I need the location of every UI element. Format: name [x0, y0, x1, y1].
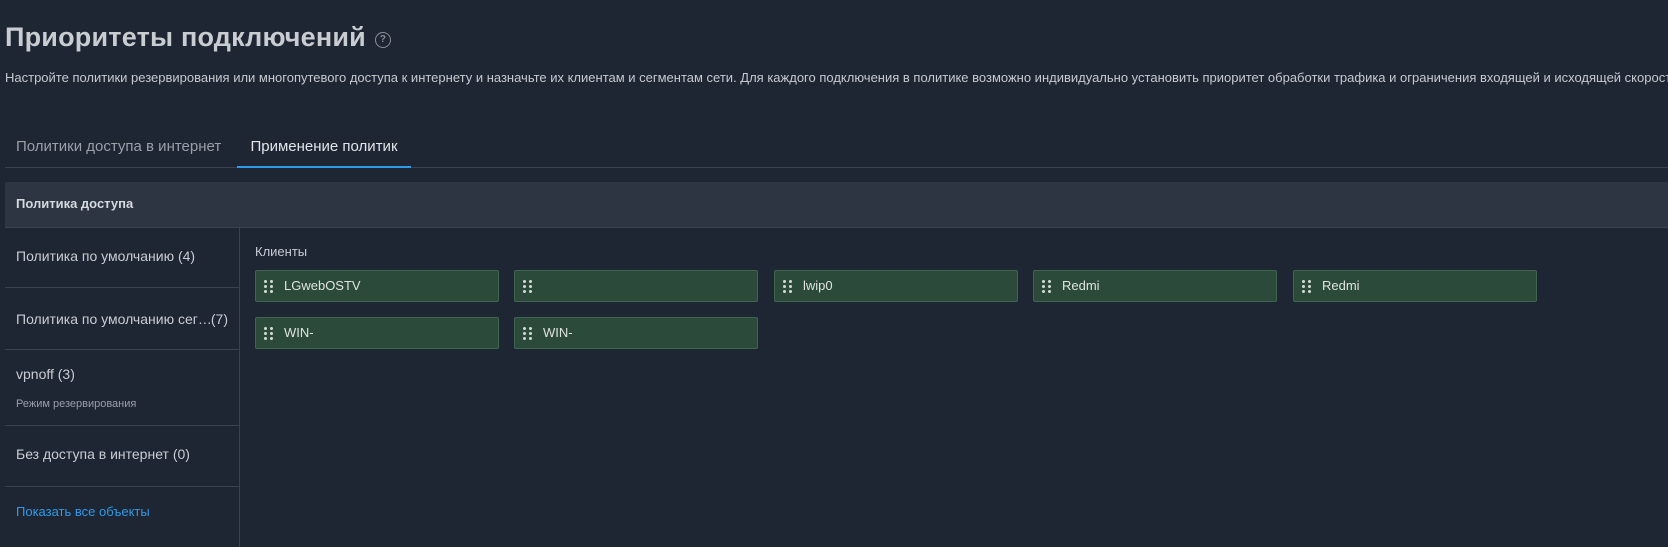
client-name: Redmi [1062, 278, 1100, 293]
sidebar-item-count: (7) [210, 311, 228, 327]
client-name: lwip0 [803, 278, 833, 293]
client-chip[interactable]: Redmi [1033, 270, 1277, 302]
page-title: Приоритеты подключений [5, 22, 366, 52]
client-chip[interactable]: WIN- [514, 317, 758, 349]
client-chip[interactable]: Redmi [1293, 270, 1537, 302]
client-chip[interactable]: WIN- [255, 317, 499, 349]
sidebar-item-vpnoff[interactable]: vpnoff (3) Режим резервирования [5, 350, 239, 426]
sidebar-item-label: vpnoff (3) [16, 366, 75, 382]
drag-handle-icon[interactable] [264, 327, 273, 340]
clients-label: Клиенты [255, 244, 308, 259]
sidebar-item-default-segment-policy[interactable]: Политика по умолчанию сег… (7) [5, 288, 239, 350]
panel-header: Политика доступа [5, 182, 1668, 228]
show-all-link[interactable]: Показать все объекты [16, 504, 150, 519]
tab-internet-policies[interactable]: Политики доступа в интернет [16, 129, 221, 167]
sidebar-item-label: Политика по умолчанию сег… [16, 311, 212, 327]
drag-handle-icon[interactable] [1302, 280, 1311, 293]
sidebar-item-label: Политика по умолчанию (4) [16, 248, 196, 264]
client-name: WIN- [284, 325, 314, 340]
tab-apply-policies[interactable]: Применение политик [237, 129, 411, 168]
drag-handle-icon[interactable] [264, 280, 273, 293]
page-description: Настройте политики резервирования или мн… [5, 70, 1668, 85]
sidebar-item-mode: Режим резервирования [16, 398, 137, 410]
question-circle-icon[interactable]: ? [374, 31, 391, 48]
page: Приоритеты подключений ? Настройте полит… [0, 0, 1668, 547]
drag-handle-icon[interactable] [1042, 280, 1051, 293]
client-chip[interactable]: lwip0 [774, 270, 1018, 302]
client-name: LGwebOSTV [284, 278, 361, 293]
client-chip[interactable] [514, 270, 758, 302]
tab-bar: Политики доступа в интернет Применение п… [5, 129, 1668, 168]
sidebar-item-no-internet[interactable]: Без доступа в интернет (0) [5, 426, 239, 487]
drag-handle-icon[interactable] [783, 280, 792, 293]
policy-sidebar: Политика по умолчанию (4) Политика по ум… [5, 228, 240, 547]
sidebar-item-label: Без доступа в интернет (0) [16, 446, 190, 462]
client-name: Redmi [1322, 278, 1360, 293]
drag-handle-icon[interactable] [523, 280, 532, 293]
panel-header-title: Политика доступа [16, 196, 134, 211]
client-name: WIN- [543, 325, 573, 340]
title-row: Приоритеты подключений ? [5, 22, 391, 53]
client-chip[interactable]: LGwebOSTV [255, 270, 499, 302]
drag-handle-icon[interactable] [523, 327, 532, 340]
sidebar-item-default-policy[interactable]: Политика по умолчанию (4) [5, 228, 239, 288]
